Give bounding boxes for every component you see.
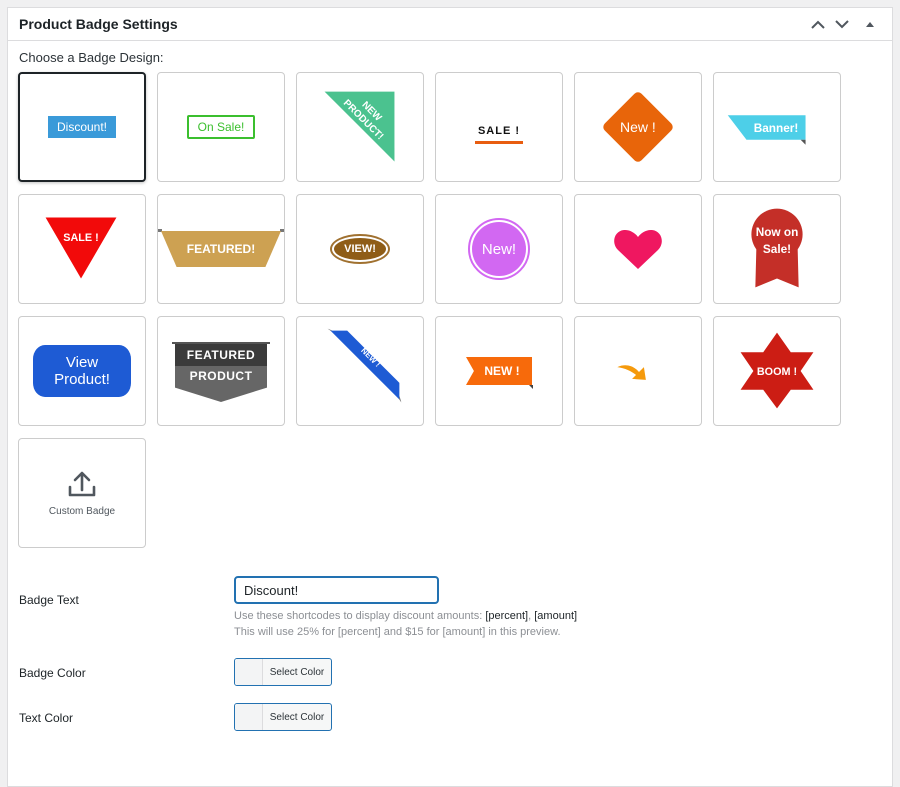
badge-preview-new-circle: New!: [468, 218, 530, 280]
badge-color-swatch: [235, 659, 263, 685]
badge-option-sale-underline[interactable]: SALE !: [435, 72, 563, 182]
chevron-down-icon: [835, 19, 849, 28]
badge-preview-new-diamond: New !: [601, 90, 675, 164]
badge-option-discount[interactable]: Discount!: [18, 72, 146, 182]
badge-option-on-sale[interactable]: On Sale!: [157, 72, 285, 182]
badge-option-featured-product[interactable]: FEATURED PRODUCT: [157, 316, 285, 426]
shortcode-amount: [amount]: [534, 610, 578, 622]
badge-option-sale-triangle[interactable]: SALE !: [18, 194, 146, 304]
shortcode-percent: [percent]: [485, 610, 529, 622]
flag-fold: [529, 385, 533, 389]
chevron-up-icon: [811, 20, 825, 29]
custom-badge-upload-button[interactable]: Custom Badge: [18, 438, 146, 548]
badge-preview-view-oval: VIEW!: [330, 234, 390, 264]
badge-option-new-corner-ribbon[interactable]: NEW !: [296, 316, 424, 426]
badge-option-arrow[interactable]: [574, 316, 702, 426]
text-color-picker-button[interactable]: Select Color: [234, 703, 332, 731]
text-color-swatch: [235, 704, 263, 730]
badge-preview-new-corner-ribbon: NEW !: [327, 328, 402, 403]
badge-preview-new-flag: NEW !: [466, 357, 533, 389]
badge-option-new-diamond[interactable]: New !: [574, 72, 702, 182]
badge-preview-view-product: View Product!: [33, 345, 131, 397]
badge-preview-featured-ribbon: FEATURED!: [158, 229, 284, 267]
badge-text: SALE !: [477, 124, 521, 137]
badge-text-help: Use these shortcodes to display discount…: [234, 608, 577, 640]
badge-preview-new-product-corner: NEW PRODUCT!: [324, 91, 395, 162]
badge-option-now-on-sale-rosette[interactable]: Now on Sale!: [713, 194, 841, 304]
badge-design-grid: Discount! On Sale! NEW PRODUCT! SALE ! N…: [18, 72, 882, 548]
badge-option-new-circle[interactable]: New!: [435, 194, 563, 304]
badge-preview-featured-product: FEATURED PRODUCT: [172, 342, 270, 402]
badge-text-line1: View: [65, 354, 99, 371]
product-badge-settings-panel: Product Badge Settings Choose a Badge De…: [7, 7, 893, 787]
badge-text: Banner!: [754, 121, 799, 135]
badge-preview-banner: Banner!: [727, 115, 806, 145]
text-color-label: Text Color: [19, 711, 74, 725]
panel-header-actions: [806, 12, 882, 36]
badge-option-featured-ribbon[interactable]: FEATURED!: [157, 194, 285, 304]
help-prefix: Use these shortcodes to display discount…: [234, 610, 486, 622]
badge-text-label: Badge Text: [19, 593, 79, 607]
badge-underline: [475, 140, 523, 144]
badge-option-heart[interactable]: [574, 194, 702, 304]
upload-icon: [68, 471, 96, 496]
curved-arrow-icon: [617, 365, 646, 380]
badge-text-line2: Product!: [54, 371, 110, 388]
badge-text: NEW !: [484, 364, 520, 378]
badge-text-line2: PRODUCT: [175, 366, 267, 402]
badge-option-view-product[interactable]: View Product!: [18, 316, 146, 426]
badge-text-input[interactable]: [234, 576, 439, 604]
badge-color-picker-button[interactable]: Select Color: [234, 658, 332, 686]
custom-badge-label: Custom Badge: [48, 505, 116, 517]
badge-preview-sale-triangle: SALE !: [45, 217, 117, 279]
move-up-button[interactable]: [806, 12, 830, 36]
badge-option-boom-star[interactable]: BOOM !: [713, 316, 841, 426]
panel-body: Choose a Badge Design: Discount! On Sale…: [8, 50, 892, 548]
badge-text: FEATURED!: [186, 242, 256, 256]
panel-title: Product Badge Settings: [19, 16, 178, 32]
badge-text: New!: [472, 222, 526, 276]
badge-option-view-oval[interactable]: VIEW!: [296, 194, 424, 304]
badge-preview-now-on-sale-rosette: Now on Sale!: [751, 208, 803, 288]
badge-color-button-label: Select Color: [269, 666, 325, 678]
badge-text-line2: Sale!: [763, 242, 791, 256]
choose-badge-label: Choose a Badge Design:: [19, 50, 164, 65]
badge-text: SALE !: [63, 232, 98, 244]
help-line-1: Use these shortcodes to display discount…: [234, 608, 577, 624]
badge-option-new-product-corner[interactable]: NEW PRODUCT!: [296, 72, 424, 182]
badge-color-label: Badge Color: [19, 666, 86, 680]
triangle-up-icon: [866, 21, 874, 27]
heart-icon: [614, 229, 662, 269]
panel-header: Product Badge Settings: [8, 8, 892, 41]
help-line-2: This will use 25% for [percent] and $15 …: [234, 626, 561, 638]
badge-text: VIEW!: [334, 238, 386, 260]
text-color-button-label: Select Color: [269, 711, 325, 723]
badge-preview-discount: Discount!: [47, 116, 117, 138]
badge-text: New !: [620, 118, 656, 135]
badge-text-line1: Now on: [756, 225, 799, 239]
move-down-button[interactable]: [830, 12, 854, 36]
toggle-panel-button[interactable]: [858, 12, 882, 36]
badge-option-banner[interactable]: Banner!: [713, 72, 841, 182]
badge-text: BOOM !: [757, 366, 797, 378]
badge-text-line1: FEATURED: [175, 344, 267, 366]
badge-preview-on-sale: On Sale!: [186, 115, 256, 139]
badge-option-new-flag[interactable]: NEW !: [435, 316, 563, 426]
badge-preview-boom-star: BOOM !: [740, 332, 814, 409]
badge-preview-sale-underline: SALE !: [475, 125, 523, 144]
